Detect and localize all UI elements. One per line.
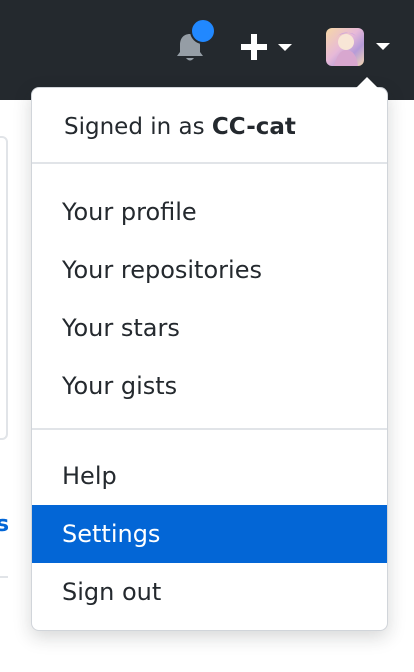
menu-divider xyxy=(32,428,387,430)
chevron-down-icon xyxy=(376,43,390,50)
background-divider xyxy=(0,576,8,578)
username: CC-cat xyxy=(211,114,296,140)
menu-item-help[interactable]: Help xyxy=(32,447,387,505)
dropdown-caret xyxy=(356,77,378,88)
menu-item-your-profile[interactable]: Your profile xyxy=(32,183,387,241)
user-menu-button[interactable] xyxy=(324,26,396,68)
signed-in-header: Signed in as CC-cat xyxy=(64,114,296,140)
menu-item-your-stars[interactable]: Your stars xyxy=(32,299,387,357)
user-dropdown-menu: Signed in as CC-cat Your profile Your re… xyxy=(31,77,388,631)
chevron-down-icon xyxy=(278,44,292,51)
top-navbar xyxy=(0,0,414,100)
menu-divider xyxy=(32,162,387,164)
menu-item-your-repositories[interactable]: Your repositories xyxy=(32,241,387,299)
menu-item-sign-out[interactable]: Sign out xyxy=(32,563,387,621)
notification-indicator xyxy=(190,18,216,44)
create-new-button[interactable] xyxy=(238,28,300,66)
avatar xyxy=(326,28,364,66)
menu-item-settings[interactable]: Settings xyxy=(32,505,387,563)
plus-icon xyxy=(241,34,267,60)
signed-in-label: Signed in as xyxy=(64,114,205,140)
menu-item-your-gists[interactable]: Your gists xyxy=(32,357,387,415)
background-panel xyxy=(0,136,8,440)
background-link[interactable]: s xyxy=(0,512,9,537)
